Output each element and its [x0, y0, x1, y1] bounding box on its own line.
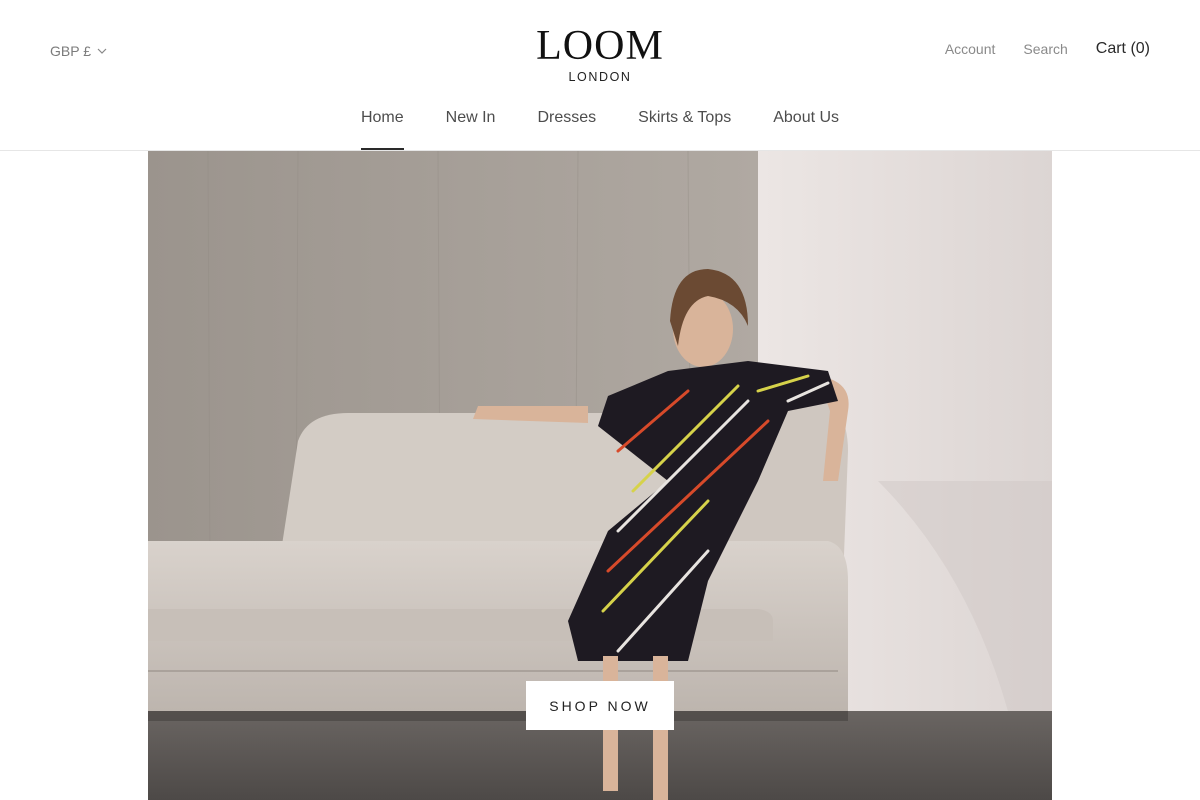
hero-banner: SHOP NOW — [148, 151, 1052, 800]
logo-subtitle: LONDON — [568, 70, 632, 84]
nav-item-skirts-tops[interactable]: Skirts & Tops — [638, 104, 731, 150]
currency-label: GBP £ — [50, 43, 91, 59]
cart-link[interactable]: Cart (0) — [1096, 40, 1150, 58]
nav-item-home[interactable]: Home — [360, 104, 404, 150]
logo-wordmark: LOOM — [536, 23, 664, 69]
site-header: GBP £ LOOM LONDON Account Search Cart (0… — [0, 0, 1200, 151]
site-logo[interactable]: LOOM LONDON — [500, 24, 700, 84]
header-actions: Account Search Cart (0) — [945, 40, 1150, 58]
search-link[interactable]: Search — [1023, 41, 1067, 57]
nav-item-dresses[interactable]: Dresses — [537, 104, 596, 150]
nav-item-new-in[interactable]: New In — [446, 104, 496, 150]
account-link[interactable]: Account — [945, 41, 996, 57]
chevron-down-icon — [97, 48, 107, 54]
shop-now-button[interactable]: SHOP NOW — [526, 681, 674, 730]
currency-selector[interactable]: GBP £ — [50, 43, 107, 59]
main-nav: Home New In Dresses Skirts & Tops About … — [0, 104, 1200, 150]
nav-item-about-us[interactable]: About Us — [773, 104, 839, 150]
